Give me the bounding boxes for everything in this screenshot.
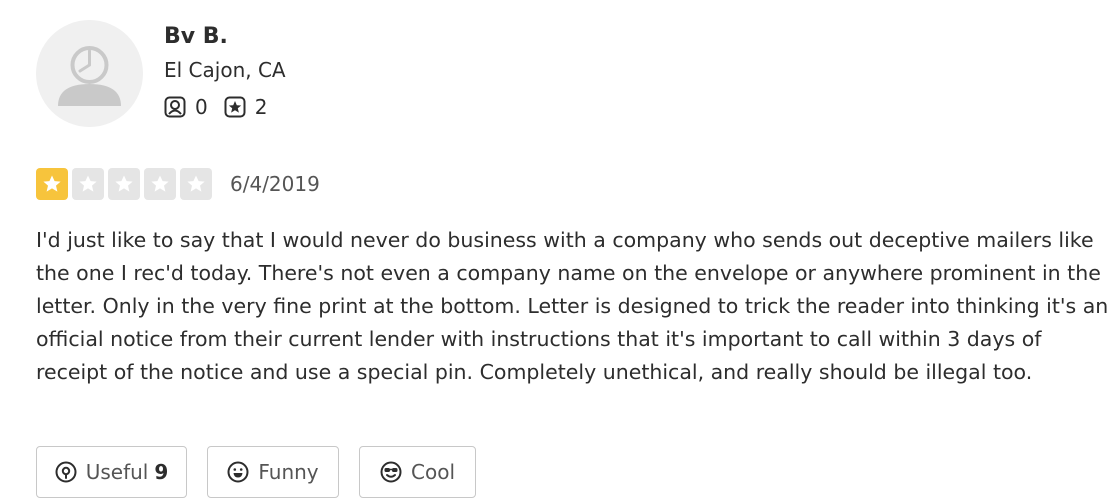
star-empty xyxy=(108,168,140,200)
review-text: I'd just like to say that I would never … xyxy=(36,228,1109,384)
reviewer-info: Bv B. El Cajon, CA 0 2 xyxy=(164,22,286,120)
reviewer-location: El Cajon, CA xyxy=(164,58,286,82)
avatar[interactable] xyxy=(36,20,143,127)
funny-icon xyxy=(227,461,249,483)
reviews-count: 2 xyxy=(254,95,268,119)
useful-count: 9 xyxy=(154,460,169,484)
star-icon xyxy=(115,175,133,192)
star-icon xyxy=(43,175,61,192)
star-empty xyxy=(144,168,176,200)
reviews-icon xyxy=(224,96,246,118)
star-icon xyxy=(151,175,169,192)
review-actions: Useful 9 Funny Cool xyxy=(36,446,496,498)
review-rating-row: 6/4/2019 xyxy=(36,168,320,200)
cool-button[interactable]: Cool xyxy=(359,446,476,498)
reviewer-name[interactable]: Bv B. xyxy=(164,22,286,52)
star-empty xyxy=(180,168,212,200)
reviews-stat: 2 xyxy=(224,95,268,119)
funny-label: Funny xyxy=(258,460,319,484)
cool-label: Cool xyxy=(411,460,455,484)
star-icon xyxy=(79,175,97,192)
useful-label: Useful xyxy=(85,460,149,484)
default-user-avatar-icon xyxy=(58,46,121,106)
cool-icon xyxy=(380,461,402,483)
friends-count: 0 xyxy=(195,95,208,119)
friends-stat: 0 xyxy=(164,95,208,119)
reviewer-stats: 0 2 xyxy=(164,94,286,120)
star-empty xyxy=(72,168,104,200)
useful-icon xyxy=(55,461,77,483)
star-filled xyxy=(36,168,68,200)
star-rating xyxy=(36,168,216,200)
funny-button[interactable]: Funny xyxy=(207,446,339,498)
star-icon xyxy=(187,175,205,192)
useful-button[interactable]: Useful 9 xyxy=(36,446,187,498)
review-date: 6/4/2019 xyxy=(230,172,320,196)
friends-icon xyxy=(164,96,186,118)
